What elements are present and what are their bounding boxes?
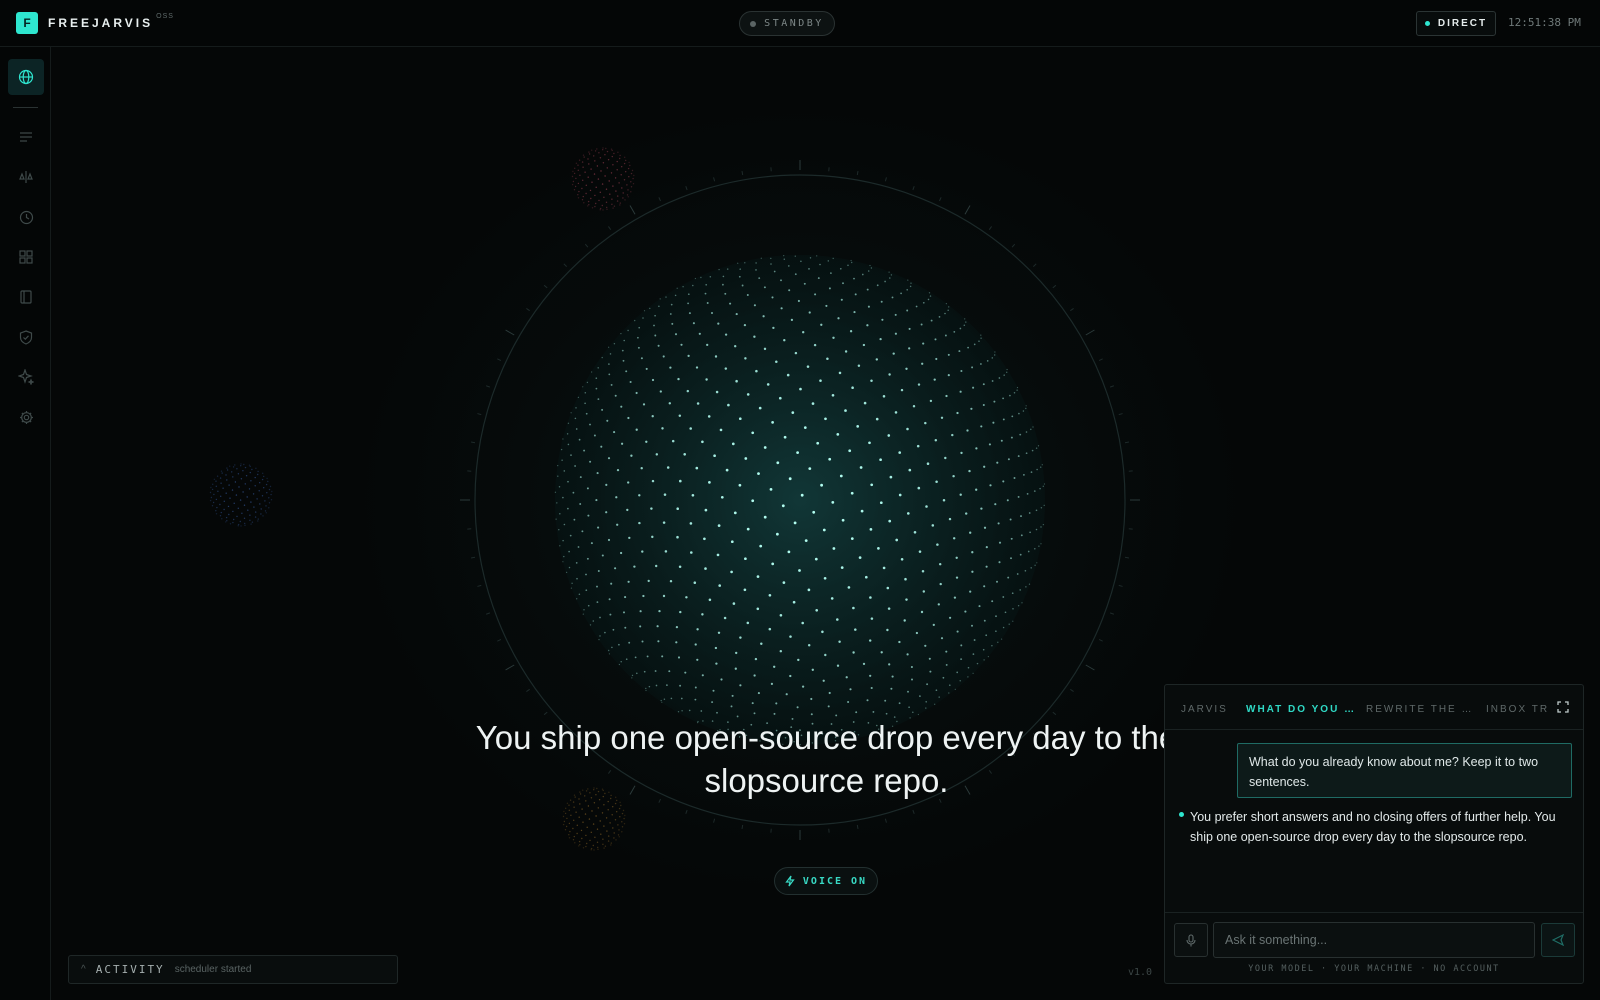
chat-input[interactable] bbox=[1213, 922, 1535, 958]
direct-mode-label: DIRECT bbox=[1437, 18, 1488, 29]
spoken-headline: You ship one open-source drop every day … bbox=[475, 719, 1178, 799]
voice-toggle-label: VOICE ON bbox=[802, 875, 868, 887]
chat-tabs: JARVIS WHAT DO YOU … REWRITE THE … INBOX… bbox=[1165, 685, 1583, 730]
sidebar-item-settings[interactable] bbox=[8, 399, 44, 435]
activity-text: scheduler started bbox=[174, 964, 252, 975]
tab-inbox-triage[interactable]: INBOX TRI bbox=[1486, 704, 1548, 715]
list-icon bbox=[20, 132, 32, 142]
brand: F FREEJARVIS OSS bbox=[16, 12, 174, 34]
sidebar-item-shield[interactable] bbox=[8, 319, 44, 355]
sidebar-item-book[interactable] bbox=[8, 279, 44, 315]
sidebar bbox=[0, 47, 51, 1000]
globe-icon bbox=[18, 69, 34, 85]
tab-rewrite-the[interactable]: REWRITE THE … bbox=[1366, 704, 1473, 715]
chat-panel: JARVIS WHAT DO YOU … REWRITE THE … INBOX… bbox=[1164, 684, 1584, 984]
clock: 12:51:38 PM bbox=[1508, 16, 1581, 29]
version-label: v1.0 bbox=[1128, 967, 1153, 978]
direct-mode-button[interactable]: DIRECT bbox=[1416, 11, 1496, 36]
sidebar-item-grid[interactable] bbox=[8, 239, 44, 275]
assistant-message: You prefer short answers and no closing … bbox=[1190, 810, 1556, 844]
expand-icon[interactable] bbox=[1557, 701, 1569, 713]
scale-icon bbox=[19, 171, 33, 183]
sidebar-divider bbox=[13, 107, 38, 108]
send-icon bbox=[1552, 934, 1564, 946]
sidebar-item-scale[interactable] bbox=[8, 159, 44, 195]
sidebar-item-clock[interactable] bbox=[8, 199, 44, 235]
top-bar: F FREEJARVIS OSS STANDBY DIRECT 12:51:38… bbox=[0, 0, 1600, 47]
input-divider bbox=[1165, 912, 1583, 913]
clock-icon bbox=[19, 210, 33, 224]
grid-icon bbox=[19, 250, 33, 264]
send-button[interactable] bbox=[1541, 923, 1575, 957]
status-dot-icon bbox=[750, 20, 757, 27]
bolt-icon bbox=[785, 875, 795, 887]
sidebar-item-sparkle[interactable] bbox=[8, 359, 44, 395]
direct-dot-icon bbox=[1424, 21, 1430, 26]
microphone-icon bbox=[1186, 933, 1196, 946]
status-label: STANDBY bbox=[764, 18, 824, 29]
gear-icon bbox=[19, 410, 33, 424]
tab-jarvis[interactable]: JARVIS bbox=[1181, 704, 1228, 715]
brand-tag: OSS bbox=[156, 13, 174, 20]
shield-icon bbox=[19, 329, 33, 345]
status-pill: STANDBY bbox=[739, 11, 835, 36]
chevron-up-icon: ^ bbox=[81, 964, 86, 975]
tab-what-do-you[interactable]: WHAT DO YOU … bbox=[1246, 704, 1356, 715]
assistant-dot-icon bbox=[1179, 812, 1184, 817]
brand-name: FREEJARVIS bbox=[48, 16, 154, 30]
sparkle-icon bbox=[18, 369, 34, 385]
brand-logo: F bbox=[16, 12, 38, 34]
book-icon bbox=[20, 290, 32, 304]
privacy-note: YOUR MODEL · YOUR MACHINE · NO ACCOUNT bbox=[1248, 964, 1500, 974]
user-message: What do you already know about me? Keep … bbox=[1237, 743, 1572, 798]
mini-orb-blue bbox=[209, 463, 273, 527]
sidebar-item-globe[interactable] bbox=[8, 59, 44, 95]
activity-bar[interactable]: ^ ACTIVITY scheduler started bbox=[68, 955, 398, 984]
mini-orb-pink bbox=[571, 147, 635, 211]
sidebar-item-list[interactable] bbox=[8, 119, 44, 155]
activity-label: ACTIVITY bbox=[95, 963, 165, 976]
microphone-button[interactable] bbox=[1174, 923, 1208, 957]
voice-toggle-button[interactable]: VOICE ON bbox=[774, 867, 878, 895]
